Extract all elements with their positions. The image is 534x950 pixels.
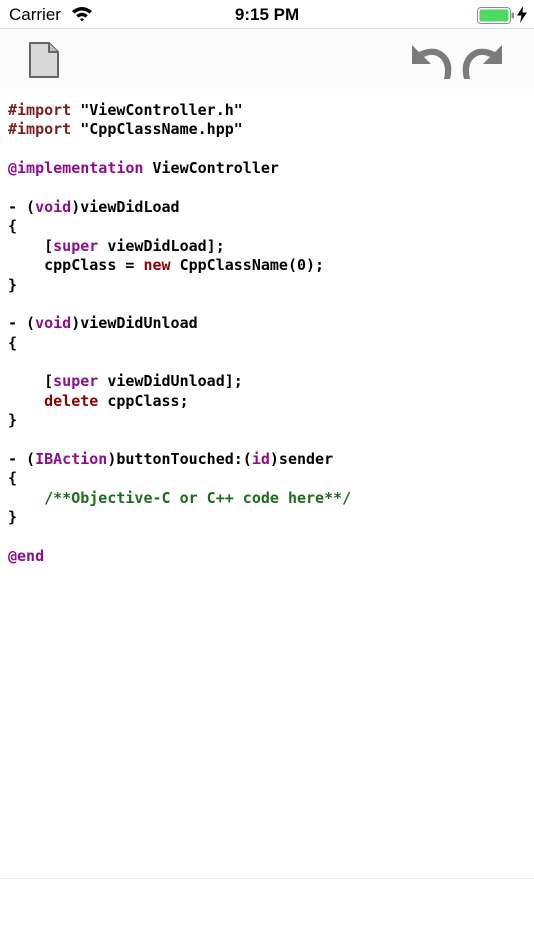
code-token: - ( (8, 197, 36, 216)
code-token: cppClass = (8, 256, 144, 275)
redo-icon[interactable] (459, 39, 505, 88)
code-line: } (8, 411, 528, 430)
code-editor[interactable]: #import "ViewController.h" #import "CppC… (8, 101, 528, 566)
import-target: "ViewController.h" (71, 101, 243, 119)
code-line: - (void)viewDidLoad (8, 198, 528, 217)
super-keyword: super (53, 236, 99, 255)
code-line: @implementation ViewController (8, 159, 528, 178)
method-name: )buttonTouched:( (107, 450, 252, 469)
code-token: viewDidUnload]; (98, 372, 243, 391)
clock: 9:15 PM (234, 5, 300, 24)
type-keyword: IBAction (35, 450, 108, 469)
bottom-divider (0, 878, 534, 879)
status-bar: Carrier 9:15 PM (0, 0, 534, 29)
code-line: delete cppClass; (8, 392, 528, 411)
code-line: { (8, 469, 528, 488)
open-brace: { (8, 333, 18, 352)
code-token: cppClass; (98, 391, 189, 410)
code-line: } (8, 276, 528, 295)
code-line: #import "ViewController.h" (8, 101, 528, 120)
open-brace: { (8, 469, 18, 488)
code-token: [ (8, 372, 54, 391)
type-keyword: id (251, 450, 270, 469)
code-token: CppClassName(0); (170, 256, 325, 275)
method-name: )viewDidLoad (71, 197, 180, 216)
open-brace: { (8, 217, 18, 236)
method-name: )viewDidUnload (71, 314, 198, 333)
code-line: [super viewDidUnload]; (8, 372, 528, 391)
end-keyword: @end (8, 546, 45, 565)
toolbar (0, 29, 534, 91)
charging-bolt-icon (516, 6, 528, 28)
code-token: viewDidLoad]; (98, 236, 225, 255)
close-brace: } (8, 411, 18, 430)
code-line: { (8, 334, 528, 353)
code-line: { (8, 217, 528, 236)
code-token: [ (8, 236, 54, 255)
import-target: "CppClassName.hpp" (71, 120, 243, 139)
battery-icon (477, 7, 515, 29)
new-keyword: new (143, 256, 171, 275)
code-line: } (8, 508, 528, 527)
import-directive: #import (8, 101, 72, 119)
code-line: [super viewDidLoad]; (8, 237, 528, 256)
code-line: /**Objective-C or C++ code here**/ (8, 489, 528, 508)
code-line: cppClass = new CppClassName(0); (8, 256, 528, 275)
class-name: ViewController (143, 159, 279, 178)
undo-icon[interactable] (409, 39, 455, 88)
delete-keyword: delete (44, 391, 99, 410)
code-line: - (IBAction)buttonTouched:(id)sender (8, 450, 528, 469)
code-line: #import "CppClassName.hpp" (8, 120, 528, 139)
param-name: )sender (269, 450, 334, 469)
code-token: - ( (8, 314, 36, 333)
type-keyword: void (35, 314, 72, 333)
super-keyword: super (53, 372, 99, 391)
type-keyword: void (35, 197, 72, 216)
code-comment: /**Objective-C or C++ code here**/ (8, 488, 352, 507)
document-icon[interactable] (28, 41, 60, 84)
close-brace: } (8, 275, 18, 294)
import-directive: #import (8, 120, 72, 139)
implementation-keyword: @implementation (8, 159, 144, 178)
close-brace: } (8, 508, 18, 527)
code-line: @end (8, 547, 528, 566)
code-line: - (void)viewDidUnload (8, 314, 528, 333)
code-token: - ( (8, 450, 36, 469)
